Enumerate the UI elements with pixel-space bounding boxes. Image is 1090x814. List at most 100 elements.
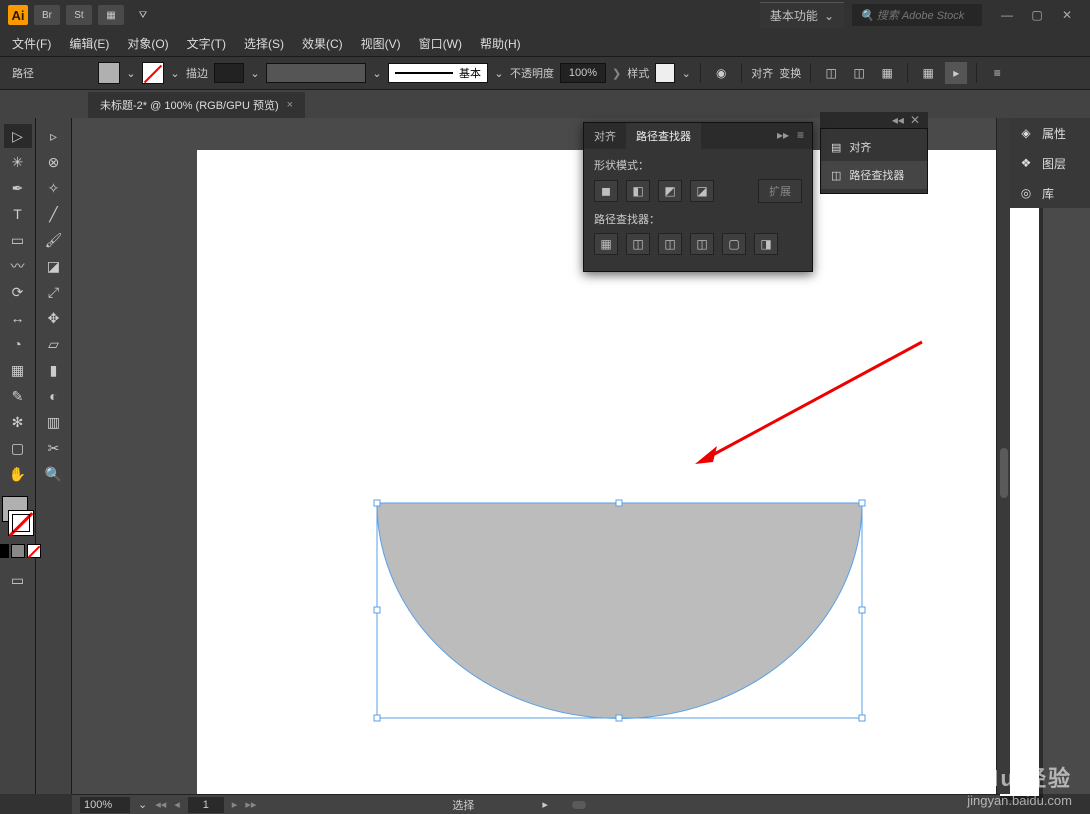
- menu-edit[interactable]: 编辑(E): [69, 35, 109, 52]
- artboard-tool[interactable]: ▢: [4, 436, 32, 460]
- free-transform-tool[interactable]: ✥: [40, 306, 68, 330]
- minimize-button[interactable]: —: [992, 2, 1022, 28]
- none-mode[interactable]: [27, 544, 41, 558]
- graph-tool[interactable]: ▥: [40, 410, 68, 434]
- minus-front-button[interactable]: ◧: [626, 180, 650, 202]
- stroke-dropdown[interactable]: ⌄: [170, 67, 180, 80]
- maximize-button[interactable]: ▢: [1022, 2, 1052, 28]
- brush-definition[interactable]: 基本: [388, 63, 488, 83]
- flyout-header[interactable]: ◂◂ ✕: [820, 112, 928, 128]
- mesh-tool[interactable]: ▦: [4, 358, 32, 382]
- rp-layers[interactable]: ❖ 图层: [1010, 148, 1090, 178]
- workspace-picker[interactable]: 基本功能 ⌄: [760, 2, 844, 28]
- lasso-tool[interactable]: ⊗: [40, 150, 68, 174]
- select-similar-icon[interactable]: ▦: [876, 62, 898, 84]
- brush-dropdown[interactable]: ⌄: [494, 67, 504, 80]
- slice-tool[interactable]: ✂: [40, 436, 68, 460]
- fill-swatch[interactable]: [98, 62, 120, 84]
- blend-tool[interactable]: ◐: [40, 384, 68, 408]
- opacity-input[interactable]: 100%: [560, 63, 606, 83]
- hand-tool[interactable]: ✋: [4, 462, 32, 486]
- unite-button[interactable]: ◼: [594, 180, 618, 202]
- collapse-icon[interactable]: ▸▸: [777, 128, 789, 144]
- graphic-style-swatch[interactable]: [655, 63, 675, 83]
- intersect-button[interactable]: ◩: [658, 180, 682, 202]
- rp-properties[interactable]: ◈ 属性: [1010, 118, 1090, 148]
- canvas[interactable]: [72, 118, 1090, 794]
- type-tool[interactable]: T: [4, 202, 32, 226]
- zoom-dropdown-icon[interactable]: ⌄: [138, 798, 147, 811]
- next-artboard[interactable]: ▸: [232, 798, 238, 811]
- panel-menu-icon[interactable]: ≡: [797, 128, 804, 144]
- color-mode[interactable]: [0, 544, 9, 558]
- stock-button[interactable]: St: [66, 5, 92, 25]
- rectangle-tool[interactable]: ▭: [4, 228, 32, 252]
- vscroll-thumb[interactable]: [1000, 448, 1008, 498]
- flyout-align[interactable]: ▤ 对齐: [821, 133, 927, 161]
- divide-button[interactable]: ▦: [594, 233, 618, 255]
- gpu-button[interactable]: ⛛: [130, 5, 156, 25]
- exclude-button[interactable]: ◪: [690, 180, 714, 202]
- arrange-docs-button[interactable]: ▦: [98, 5, 124, 25]
- tab-pathfinder[interactable]: 路径查找器: [626, 123, 701, 149]
- collapse-icon[interactable]: ◂◂: [892, 113, 904, 127]
- outline-button[interactable]: ▢: [722, 233, 746, 255]
- menu-file[interactable]: 文件(F): [12, 35, 51, 52]
- gradient-mode[interactable]: [11, 544, 25, 558]
- graphic-style-dropdown[interactable]: ⌄: [681, 67, 691, 80]
- rp-libraries[interactable]: ◎ 库: [1010, 178, 1090, 208]
- menu-select[interactable]: 选择(S): [244, 35, 284, 52]
- close-button[interactable]: ✕: [1052, 2, 1082, 28]
- fill-stroke-control[interactable]: [0, 494, 36, 538]
- minus-back-button[interactable]: ◨: [754, 233, 778, 255]
- perspective-tool[interactable]: ▱: [40, 332, 68, 356]
- vertical-scrollbar[interactable]: [996, 118, 1010, 794]
- shape-builder-tool[interactable]: ◔: [4, 332, 32, 356]
- expand-button[interactable]: 扩展: [758, 179, 802, 203]
- stroke-swatch[interactable]: [142, 62, 164, 84]
- isolate-icon[interactable]: ◫: [820, 62, 842, 84]
- bridge-button[interactable]: Br: [34, 5, 60, 25]
- stroke-square[interactable]: [8, 510, 34, 536]
- curvature-tool[interactable]: 〰: [4, 254, 32, 278]
- crop-button[interactable]: ◫: [690, 233, 714, 255]
- gradient-tool[interactable]: ▮: [40, 358, 68, 382]
- arrow-right-icon[interactable]: ❯: [612, 67, 621, 80]
- fill-dropdown[interactable]: ⌄: [126, 67, 136, 80]
- document-tab[interactable]: 未标题-2* @ 100% (RGB/GPU 预览) ×: [88, 92, 305, 118]
- symbol-sprayer-tool[interactable]: ✻: [4, 410, 32, 434]
- menu-window[interactable]: 窗口(W): [419, 35, 462, 52]
- magic-wand-tool[interactable]: ✳: [4, 150, 32, 174]
- trim-button[interactable]: ◫: [626, 233, 650, 255]
- eyedropper-tool[interactable]: ✎: [4, 384, 32, 408]
- menu-type[interactable]: 文字(T): [187, 35, 226, 52]
- close-tab-icon[interactable]: ×: [287, 99, 293, 111]
- selection-tool[interactable]: ▷: [4, 124, 32, 148]
- align-pixel-icon[interactable]: ▦: [917, 62, 939, 84]
- zoom-input[interactable]: 100%: [80, 797, 130, 813]
- stroke-profile-dropdown[interactable]: ⌄: [372, 67, 382, 80]
- merge-button[interactable]: ◫: [658, 233, 682, 255]
- tab-align[interactable]: 对齐: [584, 123, 626, 149]
- menu-help[interactable]: 帮助(H): [480, 35, 521, 52]
- first-artboard[interactable]: ◂◂: [155, 798, 166, 811]
- flyout-pathfinder[interactable]: ◫ 路径查找器: [821, 161, 927, 189]
- horizontal-scrollbar[interactable]: [452, 798, 906, 812]
- menu-object[interactable]: 对象(O): [127, 35, 168, 52]
- stroke-weight-dropdown[interactable]: ⌄: [250, 67, 260, 80]
- pen-tool[interactable]: ✒: [4, 176, 32, 200]
- hscroll-thumb[interactable]: [572, 801, 586, 809]
- rotate-tool[interactable]: ⟳: [4, 280, 32, 304]
- anchor-point-tool[interactable]: ✧: [40, 176, 68, 200]
- prev-artboard[interactable]: ◂: [174, 798, 180, 811]
- zoom-tool[interactable]: 🔍: [40, 462, 68, 486]
- recolor-icon[interactable]: ◉: [710, 62, 732, 84]
- menu-view[interactable]: 视图(V): [361, 35, 401, 52]
- panel-menu-icon[interactable]: ≡: [986, 62, 1008, 84]
- close-icon[interactable]: ✕: [910, 113, 920, 127]
- stroke-profile[interactable]: [266, 63, 366, 83]
- direct-selection-tool[interactable]: ▹: [40, 124, 68, 148]
- scale-tool[interactable]: ⤢: [40, 280, 68, 304]
- stroke-weight-input[interactable]: [214, 63, 244, 83]
- eraser-tool[interactable]: ◪: [40, 254, 68, 278]
